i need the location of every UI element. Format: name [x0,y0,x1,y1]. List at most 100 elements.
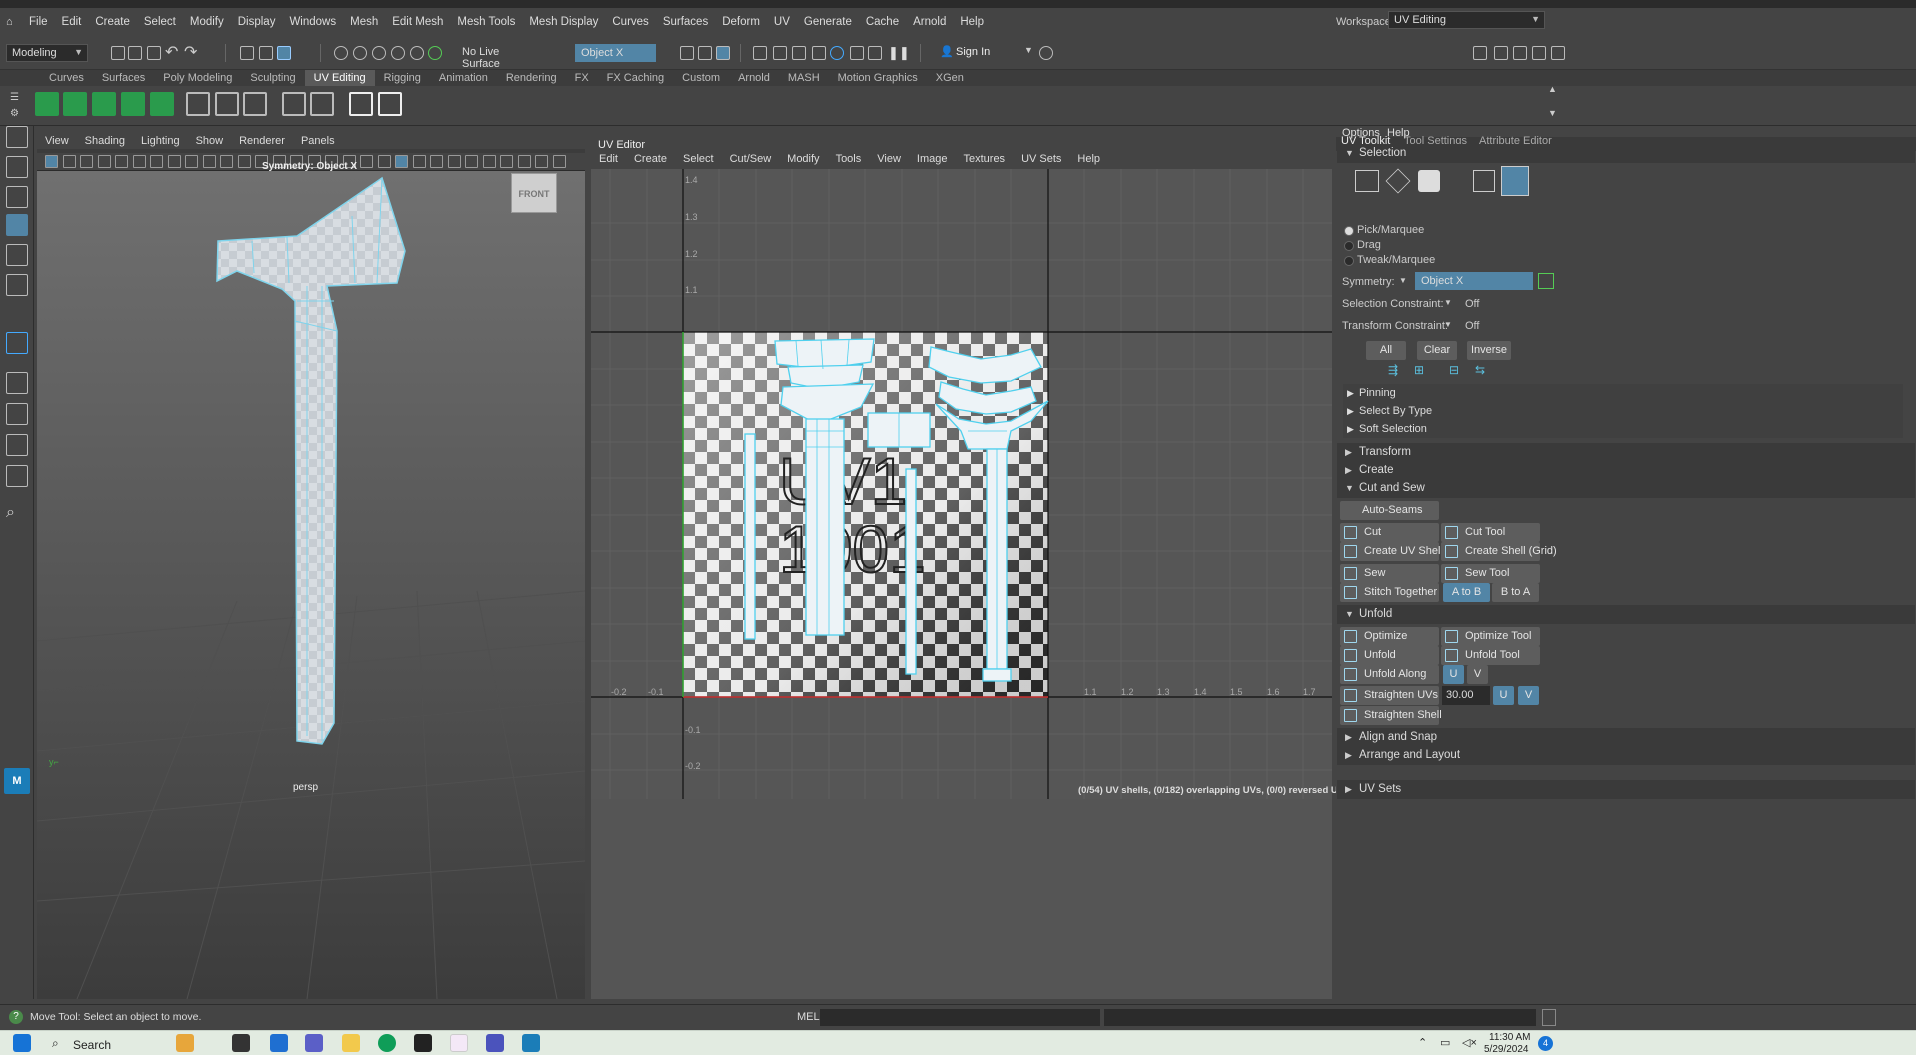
menu-deform[interactable]: Deform [715,16,767,28]
viewport-menu-renderer[interactable]: Renderer [231,135,293,147]
uv-menu-tools[interactable]: Tools [828,153,870,165]
radio-drag[interactable]: Drag [1340,238,1480,252]
viewport-toolbar-icon[interactable] [237,155,251,168]
viewport-toolbar-icon[interactable] [430,155,443,168]
straighten-u-button[interactable]: U [1493,686,1514,705]
shelf-tab-uv-editing[interactable]: UV Editing [304,70,375,86]
windows-start-icon[interactable] [13,1034,31,1052]
menu-windows[interactable]: Windows [282,16,343,28]
file-explorer-icon[interactable] [342,1034,360,1052]
w-app-icon[interactable] [450,1034,468,1052]
cut-tool-button[interactable]: Cut Tool [1441,523,1540,542]
pause-icon[interactable]: ❚❚ [888,45,910,61]
network-icon[interactable]: ▭ [1440,1036,1450,1049]
new-scene-icon[interactable] [111,46,125,60]
symmetry-field[interactable]: Object X [575,44,656,62]
viewport-menu-panels[interactable]: Panels [293,135,343,147]
menu-select[interactable]: Select [137,16,183,28]
render-settings-icon[interactable] [812,46,826,60]
viewport-toolbar-icon[interactable] [395,155,408,168]
shelf-tab-animation[interactable]: Animation [430,70,497,86]
render-setup-icon[interactable] [850,46,864,60]
tool-settings-icon[interactable] [1513,46,1527,60]
convert-selection-icon[interactable]: ⇶ [1388,363,1398,377]
menu-generate[interactable]: Generate [797,16,859,28]
shelf-gear-icon[interactable]: ⚙ [10,108,19,119]
unfold-button[interactable]: Unfold [1340,646,1439,665]
viewport-toolbar-icon[interactable] [482,155,496,168]
viewport-menu-shading[interactable]: Shading [77,135,133,147]
four-view-icon[interactable] [6,403,28,425]
subsection-pinning[interactable]: ▶ Pinning [1343,384,1903,402]
ipr-render-icon[interactable] [792,46,806,60]
chevron-down-icon[interactable]: ▼ [1024,45,1033,55]
teams-chat-icon[interactable] [305,1034,323,1052]
section-cut-and-sew[interactable]: ▼ Cut and Sew [1337,479,1915,498]
optimize-tool-button[interactable]: Optimize Tool [1441,627,1540,646]
viewport-menu-view[interactable]: View [37,135,77,147]
menu-set-dropdown[interactable]: Modeling ▼ [6,44,88,62]
workspace-dropdown[interactable]: UV Editing ▼ [1388,11,1545,29]
render-frame-icon[interactable] [753,46,767,60]
section-unfold[interactable]: ▼ Unfold [1337,605,1915,624]
section-uv-sets[interactable]: ▶ UV Sets [1337,780,1915,799]
stitch-together-button[interactable]: Stitch Together [1340,583,1439,602]
shelf-tab-xgen[interactable]: XGen [927,70,973,86]
symmetry-dropdown[interactable]: Object X [1415,272,1533,290]
section-align-and-snap[interactable]: ▶ Align and Snap [1337,728,1915,747]
help-globe-icon[interactable] [1039,46,1053,60]
select-tool-icon[interactable] [6,126,28,148]
viewport-toolbar-icon[interactable] [167,155,181,168]
select-by-object-icon[interactable] [259,46,273,60]
uv-menu-uv-sets[interactable]: UV Sets [1013,153,1069,165]
lasso-tool-icon[interactable] [6,156,28,178]
shelf-tab-custom[interactable]: Custom [673,70,729,86]
sew-tool-button[interactable]: Sew Tool [1441,564,1540,583]
open-scene-icon[interactable] [128,46,142,60]
live-surface-dropdown[interactable]: No Live Surface [457,44,537,70]
chevron-down-icon[interactable]: ▼ [1444,298,1452,307]
uv-mode-icon[interactable] [1473,170,1495,192]
viewport-toolbar-icon[interactable] [517,155,531,168]
hypershade-icon[interactable] [830,46,844,60]
select-by-component-icon[interactable] [277,46,291,60]
taskbar-search[interactable]: ⌕ Search [44,1034,159,1053]
shelf-tab-rigging[interactable]: Rigging [375,70,430,86]
viewport-toolbar-icon[interactable] [115,155,128,168]
shell-mode-icon[interactable] [1501,166,1529,196]
create-uv-shell-button[interactable]: Create UV Shell [1340,542,1443,561]
selection-constraint-value[interactable]: Off [1465,298,1479,310]
viewport-toolbar-icon[interactable] [412,155,426,168]
menu-mesh[interactable]: Mesh [343,16,385,28]
modeling-toolkit-icon[interactable] [1473,46,1487,60]
viewport-toolbar-icon[interactable] [552,155,566,168]
shelf-scroll-up-icon[interactable]: ▲ [1548,84,1557,94]
clock-time[interactable]: 11:30 AM [1489,1032,1531,1043]
transform-constraint-value[interactable]: Off [1465,320,1479,332]
select-clear-button[interactable]: Clear [1417,341,1457,360]
maya-taskbar-icon[interactable] [522,1034,540,1052]
menu-edit-mesh[interactable]: Edit Mesh [385,16,450,28]
save-scene-icon[interactable] [147,46,161,60]
sign-in-button[interactable]: Sign In [956,46,990,58]
home-icon[interactable]: ⌂ [0,16,22,28]
cut-button[interactable]: Cut [1340,523,1439,542]
construction-history-icon[interactable] [716,46,730,60]
uv-menu-edit[interactable]: Edit [591,153,626,165]
uv-menu-help[interactable]: Help [1069,153,1108,165]
menu-mesh-display[interactable]: Mesh Display [522,16,605,28]
select-by-hierarchy-icon[interactable] [240,46,254,60]
straighten-v-button[interactable]: V [1518,686,1539,705]
redo-icon[interactable]: ↷ [184,42,197,62]
layout-icon[interactable] [310,92,334,116]
snap-surface-icon[interactable] [410,46,424,60]
viewport-toolbar-icon[interactable] [447,155,461,168]
uv-menu-modify[interactable]: Modify [779,153,827,165]
shelf-tab-rendering[interactable]: Rendering [497,70,566,86]
planar-mapping-icon[interactable] [35,92,59,116]
chevron-down-icon[interactable]: ▼ [1399,276,1407,285]
section-create[interactable]: ▶ Create [1337,461,1915,480]
shelf-tab-fx[interactable]: FX [566,70,598,86]
undo-icon[interactable]: ↶ [165,42,178,62]
chevron-up-icon[interactable]: ⌃ [1418,1036,1427,1049]
